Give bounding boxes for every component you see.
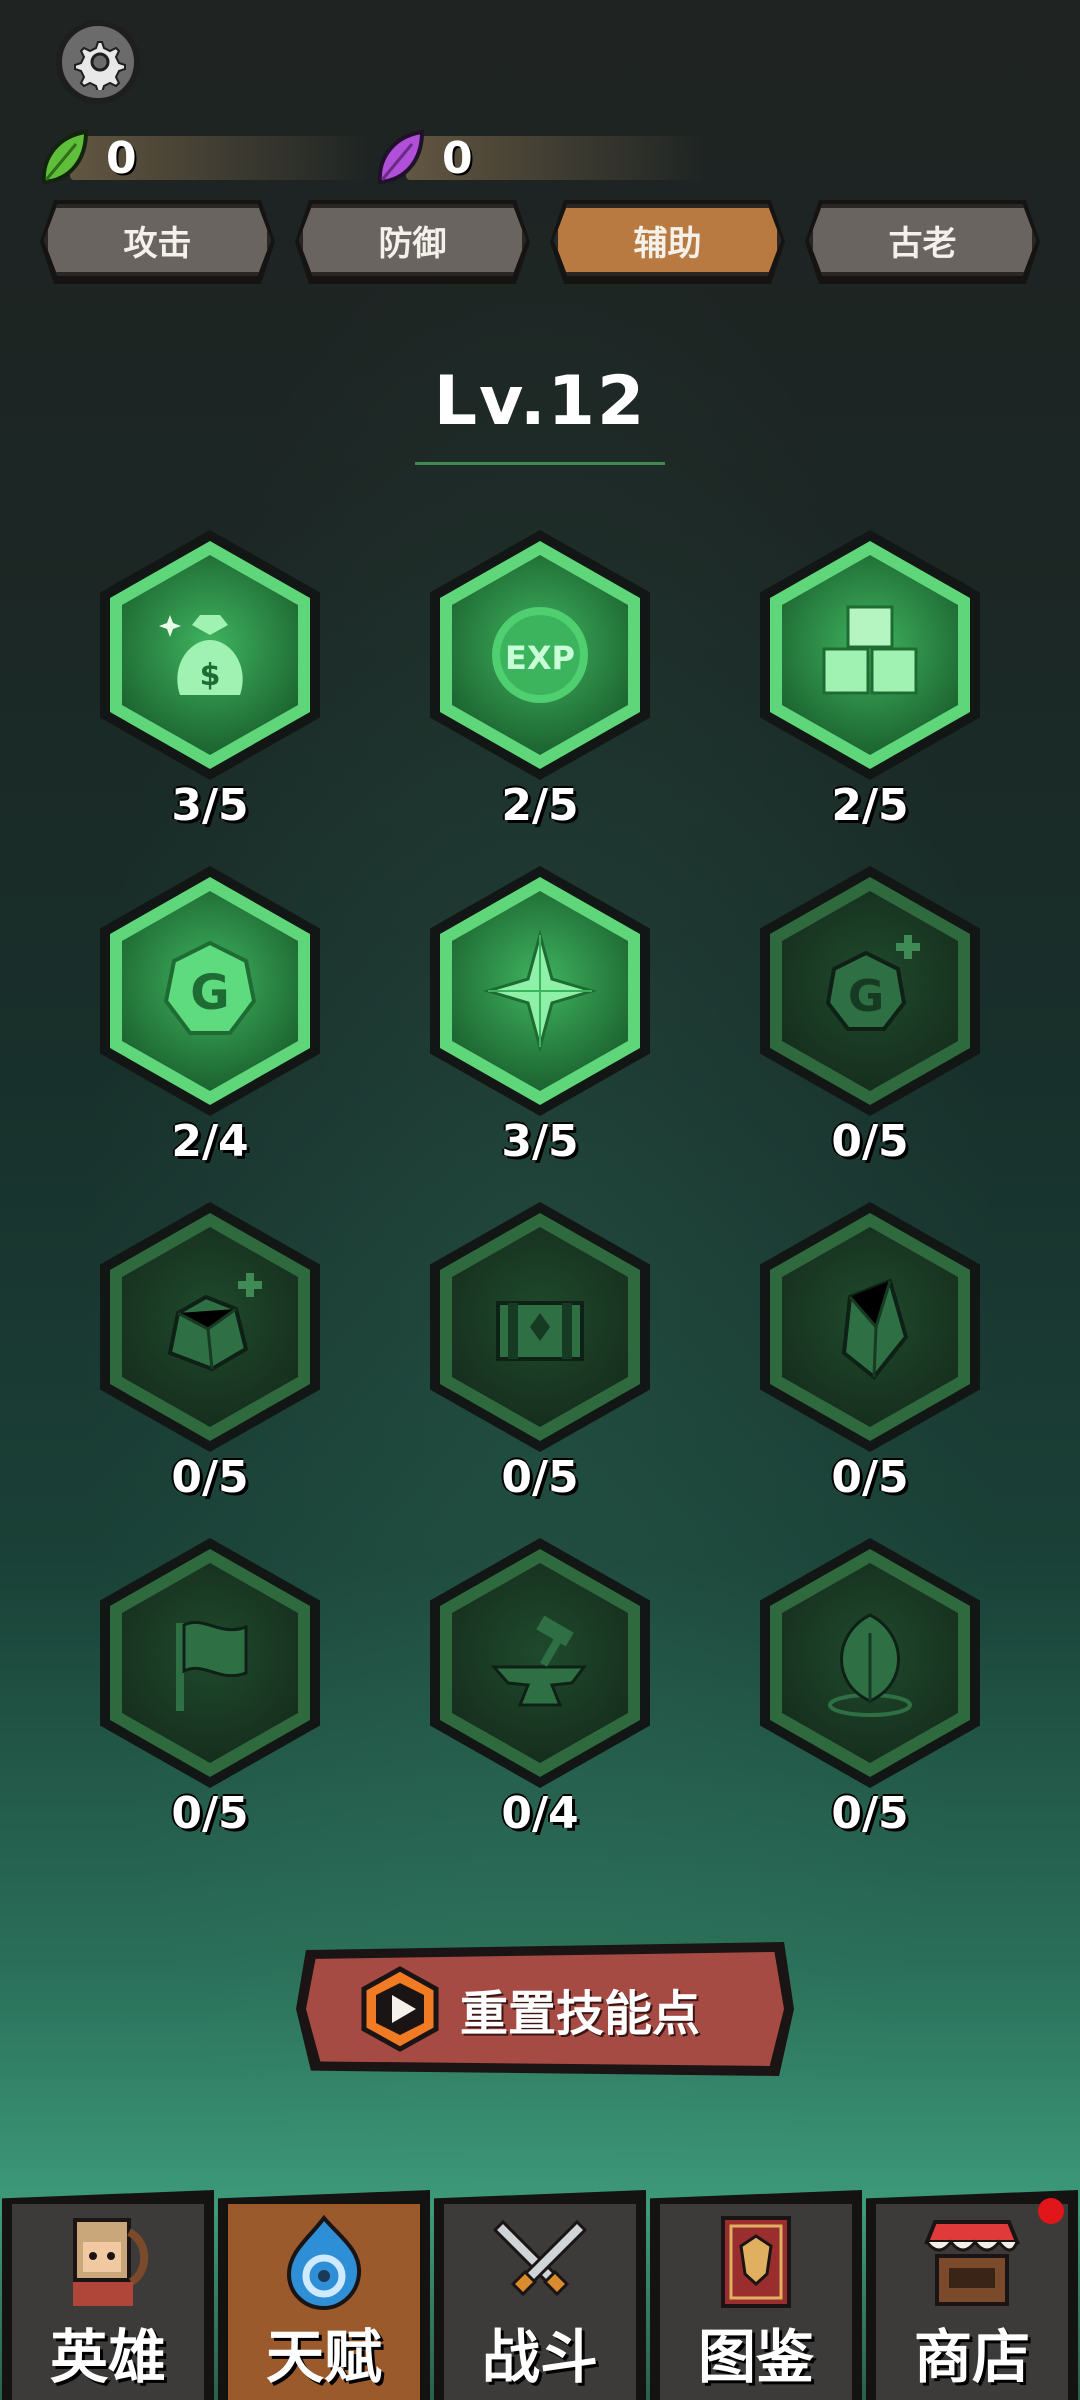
nav-shop[interactable]: 商店 — [866, 2190, 1078, 2400]
exp-coin-icon: EXP — [492, 607, 588, 703]
nav-codex[interactable]: 图鉴 — [650, 2190, 862, 2400]
tab-attack[interactable]: 攻击 — [40, 200, 275, 284]
purple-currency-value: 0 — [442, 132, 473, 184]
tab-support[interactable]: 辅助 — [550, 200, 785, 284]
nav-label: 天赋 — [265, 2323, 382, 2391]
codex-book-icon — [721, 2216, 791, 2308]
reset-skill-points-button[interactable]: 重置技能点 — [296, 1942, 794, 2076]
talent-count: 2/5 — [501, 780, 579, 831]
nav-label: 战斗 — [481, 2323, 598, 2391]
talent-money-bag[interactable]: $ 3/5 — [95, 530, 325, 831]
talent-star[interactable]: 3/5 — [425, 866, 655, 1167]
anvil-hammer-icon — [490, 1615, 587, 1707]
talent-swirl-icon — [286, 2214, 362, 2311]
tab-label: 攻击 — [44, 204, 271, 276]
star-crystal-icon — [482, 929, 598, 1053]
talent-exp[interactable]: EXP 2/5 — [425, 530, 655, 831]
svg-text:G: G — [848, 971, 884, 1022]
talent-crystal[interactable]: 0/5 — [755, 1202, 985, 1503]
treasure-chest-icon — [496, 1301, 584, 1361]
level-underline — [415, 462, 665, 465]
currency-green: 0 — [36, 129, 370, 186]
nav-label: 图鉴 — [697, 2323, 814, 2391]
talent-flag[interactable]: 0/5 — [95, 1538, 325, 1839]
nav-talents[interactable]: 天赋 — [218, 2190, 430, 2400]
talent-count: 3/5 — [171, 780, 249, 831]
hero-portrait-icon — [73, 2218, 149, 2306]
gold-coin-plus-icon: G — [825, 935, 920, 1031]
talent-count: 2/5 — [831, 780, 909, 831]
talent-ore[interactable]: 0/5 — [95, 1202, 325, 1503]
svg-text:G: G — [190, 965, 229, 1021]
money-bag-icon: $ — [159, 615, 243, 695]
level-label: Lv.12 — [433, 362, 647, 441]
tab-defense[interactable]: 防御 — [295, 200, 530, 284]
leaf-icon — [828, 1613, 912, 1717]
talent-count: 0/5 — [831, 1788, 909, 1839]
tab-label: 古老 — [809, 204, 1036, 276]
currency-purple: 0 — [372, 129, 706, 186]
ore-plus-icon — [167, 1273, 262, 1372]
flag-icon — [176, 1620, 248, 1711]
nav-label: 商店 — [913, 2323, 1030, 2391]
shop-stall-icon — [924, 2220, 1020, 2306]
talent-chest[interactable]: 0/5 — [425, 1202, 655, 1503]
notification-badge — [1038, 2198, 1064, 2224]
green-leaf-icon — [41, 129, 89, 185]
talent-leaf[interactable]: 0/5 — [755, 1538, 985, 1839]
talent-gold-plus[interactable]: G 0/5 — [755, 866, 985, 1167]
svg-text:EXP: EXP — [505, 639, 575, 677]
settings-button[interactable] — [56, 20, 140, 104]
talent-count: 0/5 — [171, 1452, 249, 1503]
talent-crates[interactable]: 2/5 — [755, 530, 985, 831]
gold-coin-icon: G — [163, 940, 257, 1035]
purple-leaf-icon — [377, 129, 425, 185]
tab-label: 防御 — [299, 204, 526, 276]
nav-heroes[interactable]: 英雄 — [2, 2190, 214, 2400]
talent-count: 0/4 — [501, 1788, 579, 1839]
gear-icon — [74, 41, 126, 90]
nav-label: 英雄 — [49, 2323, 166, 2391]
crystal-shard-icon — [841, 1278, 909, 1380]
play-video-icon — [361, 1966, 439, 2052]
talent-anvil[interactable]: 0/4 — [425, 1538, 655, 1839]
talent-tabs: 攻击 防御 辅助 古老 — [40, 200, 1040, 284]
reset-button-label: 重置技能点 — [460, 1986, 701, 2042]
talent-count: 0/5 — [831, 1116, 909, 1167]
talent-count: 0/5 — [171, 1788, 249, 1839]
svg-text:$: $ — [200, 658, 221, 693]
talent-count: 2/4 — [171, 1116, 249, 1167]
tab-ancient[interactable]: 古老 — [805, 200, 1040, 284]
crossed-swords-icon — [492, 2219, 588, 2297]
talent-gold[interactable]: G 2/4 — [95, 866, 325, 1167]
tab-label: 辅助 — [554, 204, 781, 276]
bottom-nav: 英雄 天赋 战斗 图鉴 商店 — [0, 2190, 1080, 2400]
talent-count: 3/5 — [501, 1116, 579, 1167]
crates-icon — [822, 605, 918, 695]
green-currency-value: 0 — [106, 132, 137, 184]
talent-count: 0/5 — [501, 1452, 579, 1503]
talent-count: 0/5 — [831, 1452, 909, 1503]
nav-battle[interactable]: 战斗 — [434, 2190, 646, 2400]
